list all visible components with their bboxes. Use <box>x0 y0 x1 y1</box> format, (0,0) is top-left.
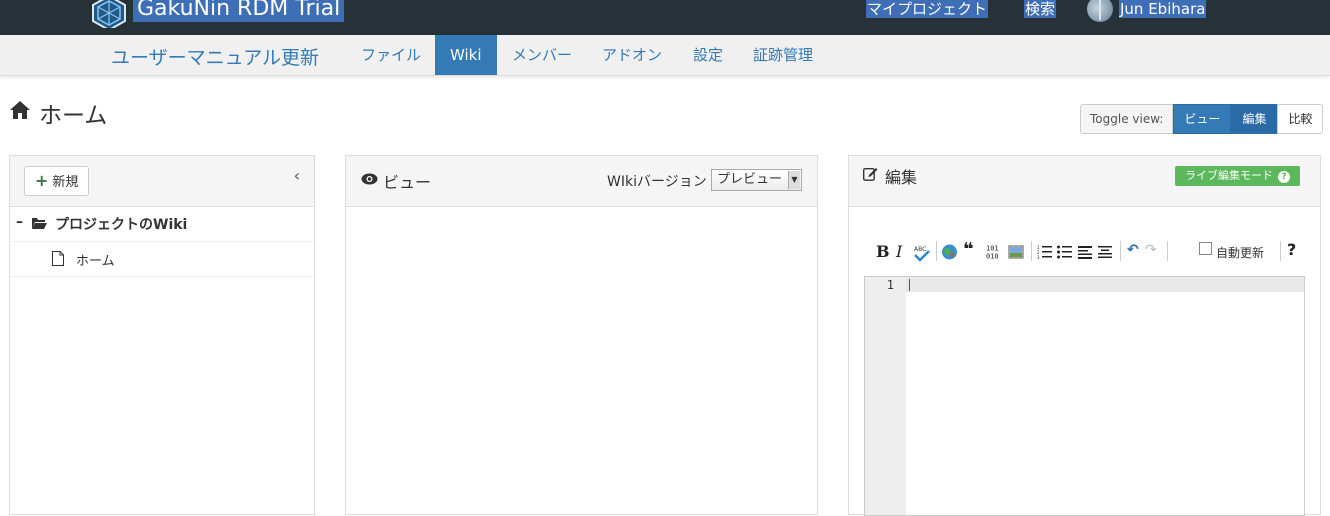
toggle-view-group: Toggle view: ビュー 編集 比較 <box>1080 104 1324 134</box>
view-panel-title: ビュー <box>383 173 432 192</box>
heading-icon[interactable] <box>1078 242 1092 262</box>
wiki-version-label: WIkiバージョン <box>607 174 707 190</box>
edit-icon <box>863 168 878 181</box>
bold-button[interactable]: B <box>876 242 890 262</box>
project-title[interactable]: ユーザーマニュアル更新 <box>111 43 319 70</box>
auto-refresh-checkbox[interactable] <box>1199 242 1212 255</box>
line-number: 1 <box>886 278 894 292</box>
live-edit-mode-button[interactable]: ライブ編集モード? <box>1175 166 1300 186</box>
wiki-tree-panel: + 新規 ‹ – プロジェクトのWiki ホーム <box>9 155 315 515</box>
editor-gutter: 1 <box>865 277 906 515</box>
my-projects-link[interactable]: マイプロジェクト <box>866 0 989 18</box>
unordered-list-icon[interactable] <box>1057 242 1072 262</box>
markdown-editor[interactable]: 1 <box>864 276 1305 516</box>
folder-open-icon <box>32 218 47 229</box>
svg-text:3: 3 <box>1037 255 1040 260</box>
tab-wiki[interactable]: Wiki <box>435 35 497 75</box>
tab-settings[interactable]: 設定 <box>693 35 723 75</box>
blockquote-icon[interactable]: ❝ <box>963 239 974 260</box>
file-icon <box>52 251 64 266</box>
horizontal-rule-icon[interactable] <box>1098 242 1112 262</box>
ordered-list-icon[interactable]: 1 2 3 <box>1037 242 1052 262</box>
tree-root-item[interactable]: – プロジェクトのWiki <box>10 207 314 242</box>
tab-audit-log[interactable]: 証跡管理 <box>753 35 813 75</box>
toolbar-separator <box>936 241 937 261</box>
code-binary-icon[interactable]: 101 010 <box>985 242 1002 262</box>
page-title: ホーム <box>39 103 108 129</box>
new-page-label: 新規 <box>52 175 79 190</box>
toggle-view-button[interactable]: ビュー <box>1173 104 1232 134</box>
toolbar-separator <box>1031 241 1032 261</box>
edit-panel-title: 編集 <box>885 168 918 187</box>
toggle-compare-button[interactable]: 比較 <box>1277 104 1324 134</box>
svg-text:010: 010 <box>986 253 999 261</box>
auto-refresh-label: 自動更新 <box>1216 246 1265 260</box>
toggle-edit-button[interactable]: 編集 <box>1231 104 1278 134</box>
spellcheck-icon[interactable]: ABC <box>913 243 930 263</box>
collapse-minus-icon[interactable]: – <box>16 214 23 230</box>
link-globe-icon[interactable] <box>941 242 958 262</box>
tab-addons[interactable]: アドオン <box>602 35 662 75</box>
svg-text:ABC: ABC <box>914 246 926 253</box>
tree-page-label: ホーム <box>76 254 115 269</box>
brand-logo-icon[interactable] <box>90 0 128 28</box>
help-button[interactable]: ? <box>1287 240 1296 260</box>
active-line <box>906 277 1304 292</box>
project-navbar: ユーザーマニュアル更新 ファイル Wiki メンバー アドオン 設定 証跡管理 <box>0 35 1330 76</box>
top-navbar: GakuNin RDM Trial マイプロジェクト 検索 Jun Ebihar… <box>0 0 1330 35</box>
plus-icon: + <box>35 171 49 190</box>
toggle-view-label: Toggle view: <box>1080 104 1174 134</box>
editor-toolbar: B I ABC ❝ 101 010 1 2 3 ↶ ↷ 自動更新 ? <box>874 238 1304 266</box>
toolbar-separator <box>1167 241 1168 261</box>
edit-panel-header: 編集 ライブ編集モード? <box>849 156 1320 207</box>
dropdown-arrow-icon: ▼ <box>788 171 800 189</box>
app-title[interactable]: GakuNin RDM Trial <box>133 0 345 22</box>
text-cursor <box>909 279 910 291</box>
tab-files[interactable]: ファイル <box>361 35 421 75</box>
italic-button[interactable]: I <box>896 242 902 262</box>
tab-members[interactable]: メンバー <box>512 35 572 75</box>
view-panel-header: ビュー WIkiバージョン プレビュー ▼ <box>346 156 817 207</box>
wiki-version-value: プレビュー <box>717 172 783 187</box>
view-panel: ビュー WIkiバージョン プレビュー ▼ <box>345 155 818 515</box>
tree-page-item[interactable]: ホーム <box>10 242 314 277</box>
user-avatar[interactable] <box>1087 0 1113 22</box>
search-link[interactable]: 検索 <box>1024 0 1057 18</box>
live-edit-mode-label: ライブ編集モード <box>1185 169 1273 182</box>
user-menu-link[interactable]: Jun Ebihara <box>1119 0 1207 18</box>
tree-root-label: プロジェクトのWiki <box>55 217 188 233</box>
toolbar-separator <box>1280 241 1281 261</box>
wiki-version-select[interactable]: プレビュー ▼ <box>711 169 802 191</box>
new-page-button[interactable]: + 新規 <box>24 166 90 196</box>
chevron-left-icon[interactable]: ‹ <box>294 166 300 185</box>
home-icon <box>10 101 30 119</box>
image-icon[interactable] <box>1008 242 1024 262</box>
edit-panel: 編集 ライブ編集モード? B I ABC ❝ 101 010 1 2 3 ↶ ↷… <box>848 155 1321 516</box>
help-circle-icon[interactable]: ? <box>1278 171 1290 183</box>
toolbar-separator <box>1120 241 1121 261</box>
redo-icon[interactable]: ↷ <box>1145 242 1157 262</box>
undo-icon[interactable]: ↶ <box>1127 242 1139 262</box>
svg-text:101: 101 <box>986 245 999 253</box>
eye-icon <box>361 173 378 185</box>
wiki-tree-header: + 新規 ‹ <box>10 156 314 207</box>
